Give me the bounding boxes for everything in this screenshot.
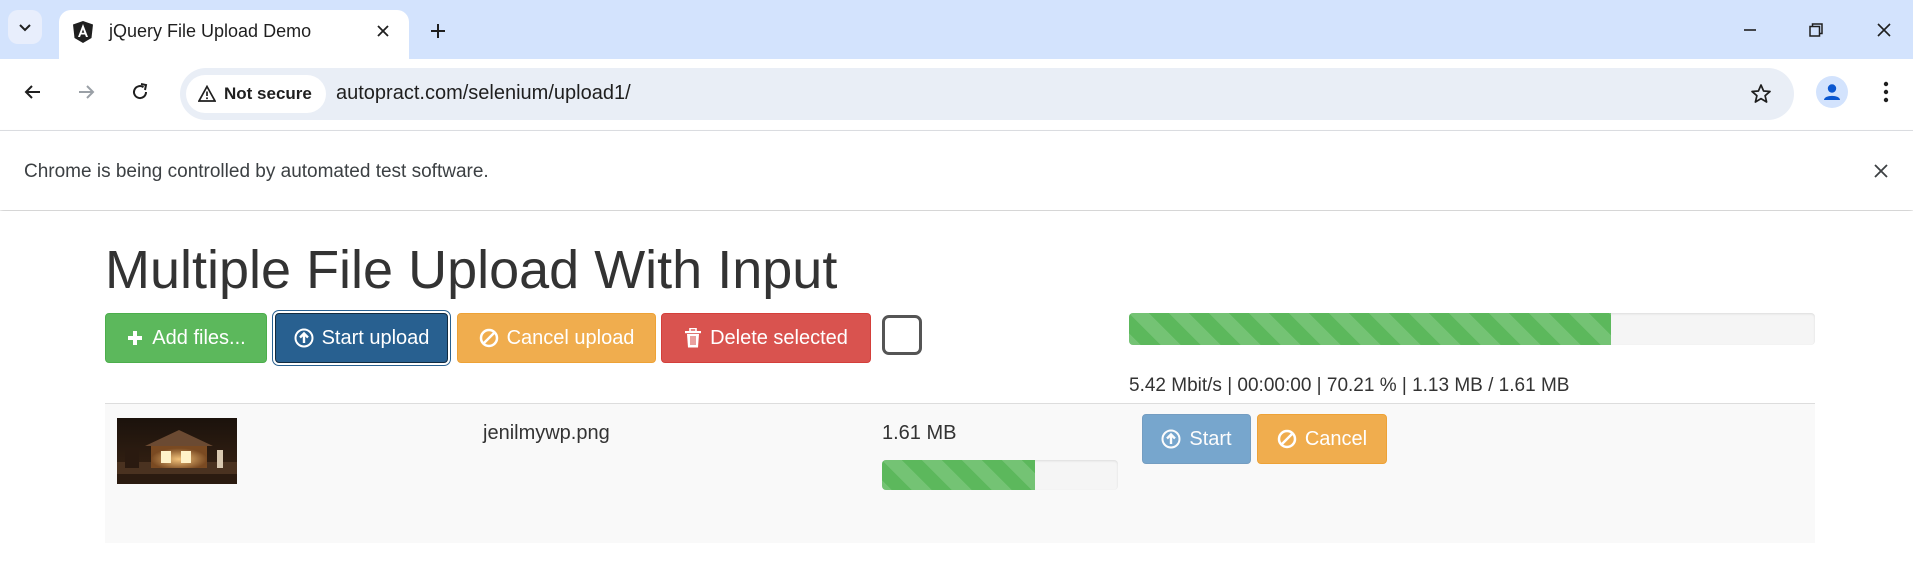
- close-icon: [377, 25, 389, 37]
- minimize-button[interactable]: [1736, 16, 1764, 44]
- kebab-menu-icon: [1883, 81, 1889, 103]
- file-progress-fill: [882, 460, 1036, 490]
- start-upload-button[interactable]: Start upload: [275, 313, 448, 363]
- page-title: Multiple File Upload With Input: [105, 240, 838, 300]
- file-cancel-button[interactable]: Cancel: [1257, 414, 1387, 464]
- infobar-message: Chrome is being controlled by automated …: [24, 161, 489, 182]
- select-all-checkbox[interactable]: [882, 315, 922, 355]
- upload-circle-icon: [1161, 429, 1181, 449]
- minimize-icon: [1744, 29, 1756, 31]
- tab-search-button[interactable]: [8, 10, 42, 44]
- plus-icon: [128, 331, 143, 345]
- restore-icon: [1809, 23, 1823, 37]
- window-close-button[interactable]: [1870, 16, 1898, 44]
- automation-infobar: Chrome is being controlled by automated …: [0, 130, 1913, 210]
- security-label: Not secure: [224, 84, 312, 103]
- progress-extended-text: 5.42 Mbit/s | 00:00:00 | 70.21 % | 1.13 …: [1129, 375, 1570, 396]
- back-button[interactable]: [17, 76, 49, 108]
- tab-close-button[interactable]: [371, 19, 395, 43]
- person-icon: [1824, 84, 1840, 100]
- ban-icon: [479, 328, 498, 348]
- bookmark-button[interactable]: [1748, 81, 1774, 107]
- cancel-upload-label: Cancel upload: [506, 326, 635, 349]
- cancel-upload-button[interactable]: Cancel upload: [457, 313, 656, 363]
- reload-button[interactable]: [124, 76, 156, 108]
- file-cancel-label: Cancel: [1304, 427, 1368, 450]
- active-tab[interactable]: jQuery File Upload Demo: [59, 10, 409, 59]
- delete-selected-label: Delete selected: [710, 326, 848, 349]
- restore-button[interactable]: [1802, 16, 1830, 44]
- file-thumbnail[interactable]: [117, 418, 237, 484]
- file-progress-bar: [882, 460, 1118, 490]
- start-upload-label: Start upload: [321, 326, 430, 349]
- file-name: jenilmywp.png: [483, 422, 610, 444]
- angular-logo-icon: [73, 21, 93, 43]
- add-files-button[interactable]: Add files...: [105, 313, 267, 363]
- delete-selected-button[interactable]: Delete selected: [661, 313, 871, 363]
- address-bar[interactable]: Not secure autopract.com/selenium/upload…: [180, 68, 1794, 120]
- browser-menu-button[interactable]: [1870, 76, 1902, 108]
- arrow-right-icon: [79, 85, 95, 99]
- file-table-row: jenilmywp.png 1.61 MB Start Cancel: [105, 403, 1815, 543]
- page-content: Multiple File Upload With Input Add file…: [0, 211, 1913, 565]
- file-start-label: Start: [1189, 427, 1232, 450]
- browser-toolbar: Not secure autopract.com/selenium/upload…: [0, 59, 1913, 130]
- close-icon: [1874, 164, 1888, 178]
- forward-button[interactable]: [70, 76, 102, 108]
- chevron-down-icon: [19, 24, 31, 32]
- upload-circle-icon: [294, 328, 314, 348]
- warning-icon: [198, 85, 216, 102]
- infobar-close-button[interactable]: [1867, 157, 1895, 185]
- file-start-button[interactable]: Start: [1142, 414, 1251, 464]
- tab-title: jQuery File Upload Demo: [109, 21, 312, 41]
- security-chip[interactable]: Not secure: [186, 75, 326, 113]
- house-photo-image: [117, 418, 237, 484]
- global-progress-fill: [1129, 313, 1611, 345]
- tab-strip: jQuery File Upload Demo: [0, 0, 1913, 59]
- reload-icon: [133, 83, 148, 100]
- file-size: 1.61 MB: [882, 422, 957, 444]
- profile-button[interactable]: [1816, 76, 1848, 108]
- add-files-label: Add files...: [152, 326, 246, 349]
- global-progress-bar: [1129, 313, 1815, 345]
- star-icon: [1751, 84, 1771, 103]
- url-text[interactable]: autopract.com/selenium/upload1/: [336, 82, 631, 105]
- new-tab-button[interactable]: [424, 17, 452, 45]
- plus-icon: [431, 24, 445, 38]
- ban-icon: [1277, 429, 1297, 449]
- arrow-left-icon: [24, 85, 40, 99]
- close-icon: [1877, 23, 1891, 37]
- trash-icon: [685, 328, 702, 348]
